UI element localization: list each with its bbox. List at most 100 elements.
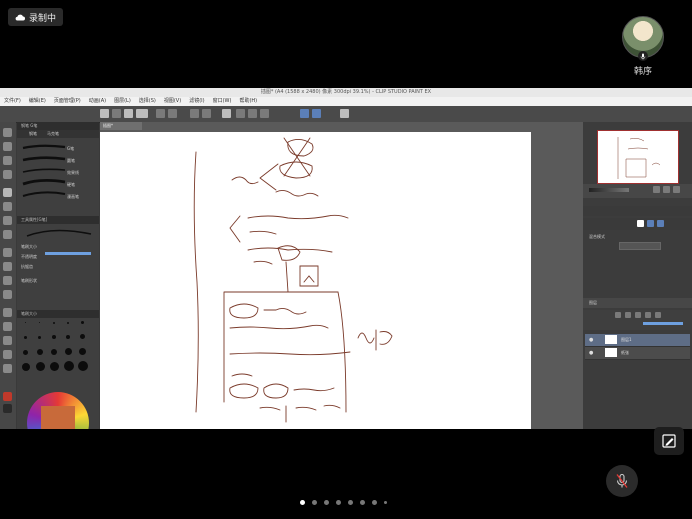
transform-icon[interactable] (168, 109, 177, 118)
tab-marker[interactable]: 马克笔 (47, 130, 59, 138)
avatar[interactable] (622, 16, 664, 61)
mute-button[interactable] (606, 465, 638, 497)
frame-tool-icon[interactable] (3, 322, 12, 331)
layer-color-icon[interactable] (647, 220, 654, 227)
selection-icon[interactable] (236, 109, 245, 118)
zoom-in-icon[interactable] (653, 186, 660, 193)
airbrush-tool-icon[interactable] (3, 230, 12, 239)
page-dot[interactable] (324, 500, 329, 505)
annotate-button[interactable] (654, 427, 684, 455)
layer-row-1[interactable]: ● 图层1 (585, 334, 690, 347)
fill-tool-icon[interactable] (3, 276, 12, 285)
blend-tool-icon[interactable] (3, 262, 12, 271)
tool-palette (0, 122, 16, 429)
undo-icon[interactable] (190, 109, 199, 118)
recording-badge: 录制中 (8, 8, 64, 26)
menu-window[interactable]: 窗口(W) (213, 97, 232, 106)
text-tool-icon[interactable] (3, 350, 12, 359)
new-file-icon[interactable] (100, 109, 109, 118)
stroke-label-effect[interactable]: 效果线 (67, 170, 79, 176)
eyedropper-tool-icon[interactable] (3, 170, 12, 179)
save-icon[interactable] (124, 109, 133, 118)
redo-icon[interactable] (202, 109, 211, 118)
color-wheel[interactable] (27, 392, 89, 429)
canvas-tab[interactable]: 插图* (100, 122, 142, 130)
drawing-canvas[interactable] (100, 132, 531, 429)
menu-view[interactable]: 视图(V) (164, 97, 181, 106)
brush-size-title: 笔刷大小 (17, 310, 99, 318)
window-title: 插图* (A4 (1588 x 2480) 像素 300dpi 39.1%) -… (0, 88, 692, 97)
open-icon[interactable] (112, 109, 121, 118)
page-dot[interactable] (372, 500, 377, 505)
stroke-label-comic[interactable]: 漫画笔 (67, 194, 79, 200)
pencil-tool-icon[interactable] (3, 202, 12, 211)
menu-animation[interactable]: 动画(A) (89, 97, 106, 106)
opacity-slider[interactable] (45, 252, 91, 255)
menu-filter[interactable]: 滤镜(I) (189, 97, 204, 106)
select-tool-icon[interactable] (3, 156, 12, 165)
stroke-label-hard[interactable]: 硬笔 (67, 182, 75, 188)
layer-name: 图层1 (621, 337, 632, 342)
page-dot[interactable] (336, 500, 341, 505)
new-layer-icon[interactable] (615, 312, 621, 318)
merge-layer-icon[interactable] (645, 312, 651, 318)
navigator-preview[interactable] (597, 130, 679, 184)
snap-to-grid-icon[interactable] (312, 109, 321, 118)
stroke-label-round[interactable]: 圆笔 (67, 158, 75, 164)
copy-layer-icon[interactable] (635, 312, 641, 318)
blend-mode-select[interactable] (619, 242, 661, 250)
balloon-tool-icon[interactable] (3, 364, 12, 373)
menu-select[interactable]: 选择(S) (139, 97, 156, 106)
zoom-tool-icon[interactable] (3, 128, 12, 137)
gradient-tool-icon[interactable] (3, 290, 12, 299)
eye-icon[interactable]: ● (589, 350, 593, 356)
delete-layer-icon[interactable] (655, 312, 661, 318)
sub-color-swatch[interactable] (3, 404, 12, 413)
prop-brush-size[interactable]: 笔刷大小 (21, 244, 37, 250)
eye-icon[interactable]: ● (589, 337, 593, 343)
eye-icon[interactable] (136, 109, 148, 118)
zoom-slider[interactable] (589, 188, 629, 192)
brush-tool-icon[interactable] (3, 216, 12, 225)
menu-edit[interactable]: 编辑(E) (29, 97, 46, 106)
tone-icon[interactable] (657, 220, 664, 227)
participant-name: 韩序 (633, 67, 652, 77)
layer-toolbar (583, 310, 692, 330)
page-dot[interactable] (312, 500, 317, 505)
zoom-out-icon[interactable] (663, 186, 670, 193)
page-dot-active[interactable] (300, 500, 305, 505)
prop-opacity[interactable]: 不透明度 (21, 254, 37, 260)
menu-file[interactable]: 文件(F) (4, 97, 21, 106)
page-dot[interactable] (360, 500, 365, 505)
menu-layer[interactable]: 图层(L) (114, 97, 131, 106)
sparkle-icon[interactable] (222, 109, 231, 118)
layer-row-paper[interactable]: ● 纸张 (585, 347, 690, 360)
clear-icon[interactable] (156, 109, 165, 118)
new-folder-icon[interactable] (625, 312, 631, 318)
tab-pen[interactable]: 钢笔 (29, 130, 37, 138)
pen-tool-icon[interactable] (3, 188, 12, 197)
prop-brush-shape[interactable]: 笔刷形状 (21, 278, 37, 284)
eraser-tool-icon[interactable] (3, 248, 12, 257)
layer-opacity-slider[interactable] (643, 322, 683, 325)
participant-card[interactable]: 韩序 (622, 16, 664, 77)
menu-page[interactable]: 页面管理(P) (54, 97, 81, 106)
ruler-icon[interactable] (260, 109, 269, 118)
snap-icon[interactable] (248, 109, 257, 118)
border-effect-icon[interactable] (637, 220, 644, 227)
snap-to-ruler-icon[interactable] (300, 109, 309, 118)
menu-help[interactable]: 帮助(H) (239, 97, 257, 106)
page-dot[interactable] (384, 501, 387, 504)
main-color-swatch[interactable] (3, 392, 12, 401)
rotate-icon[interactable] (673, 186, 680, 193)
figure-tool-icon[interactable] (3, 308, 12, 317)
ruler-tool-icon[interactable] (3, 336, 12, 345)
handwritten-sketch (193, 137, 393, 423)
stroke-label-g[interactable]: G笔 (67, 146, 74, 152)
prop-antialias[interactable]: 抗锯齿 (21, 264, 33, 270)
cloud-icon (15, 14, 25, 21)
help-icon[interactable] (340, 109, 349, 118)
page-dot[interactable] (348, 500, 353, 505)
move-tool-icon[interactable] (3, 142, 12, 151)
menu-bar: 文件(F) 编辑(E) 页面管理(P) 动画(A) 图层(L) 选择(S) 视图… (0, 97, 692, 106)
